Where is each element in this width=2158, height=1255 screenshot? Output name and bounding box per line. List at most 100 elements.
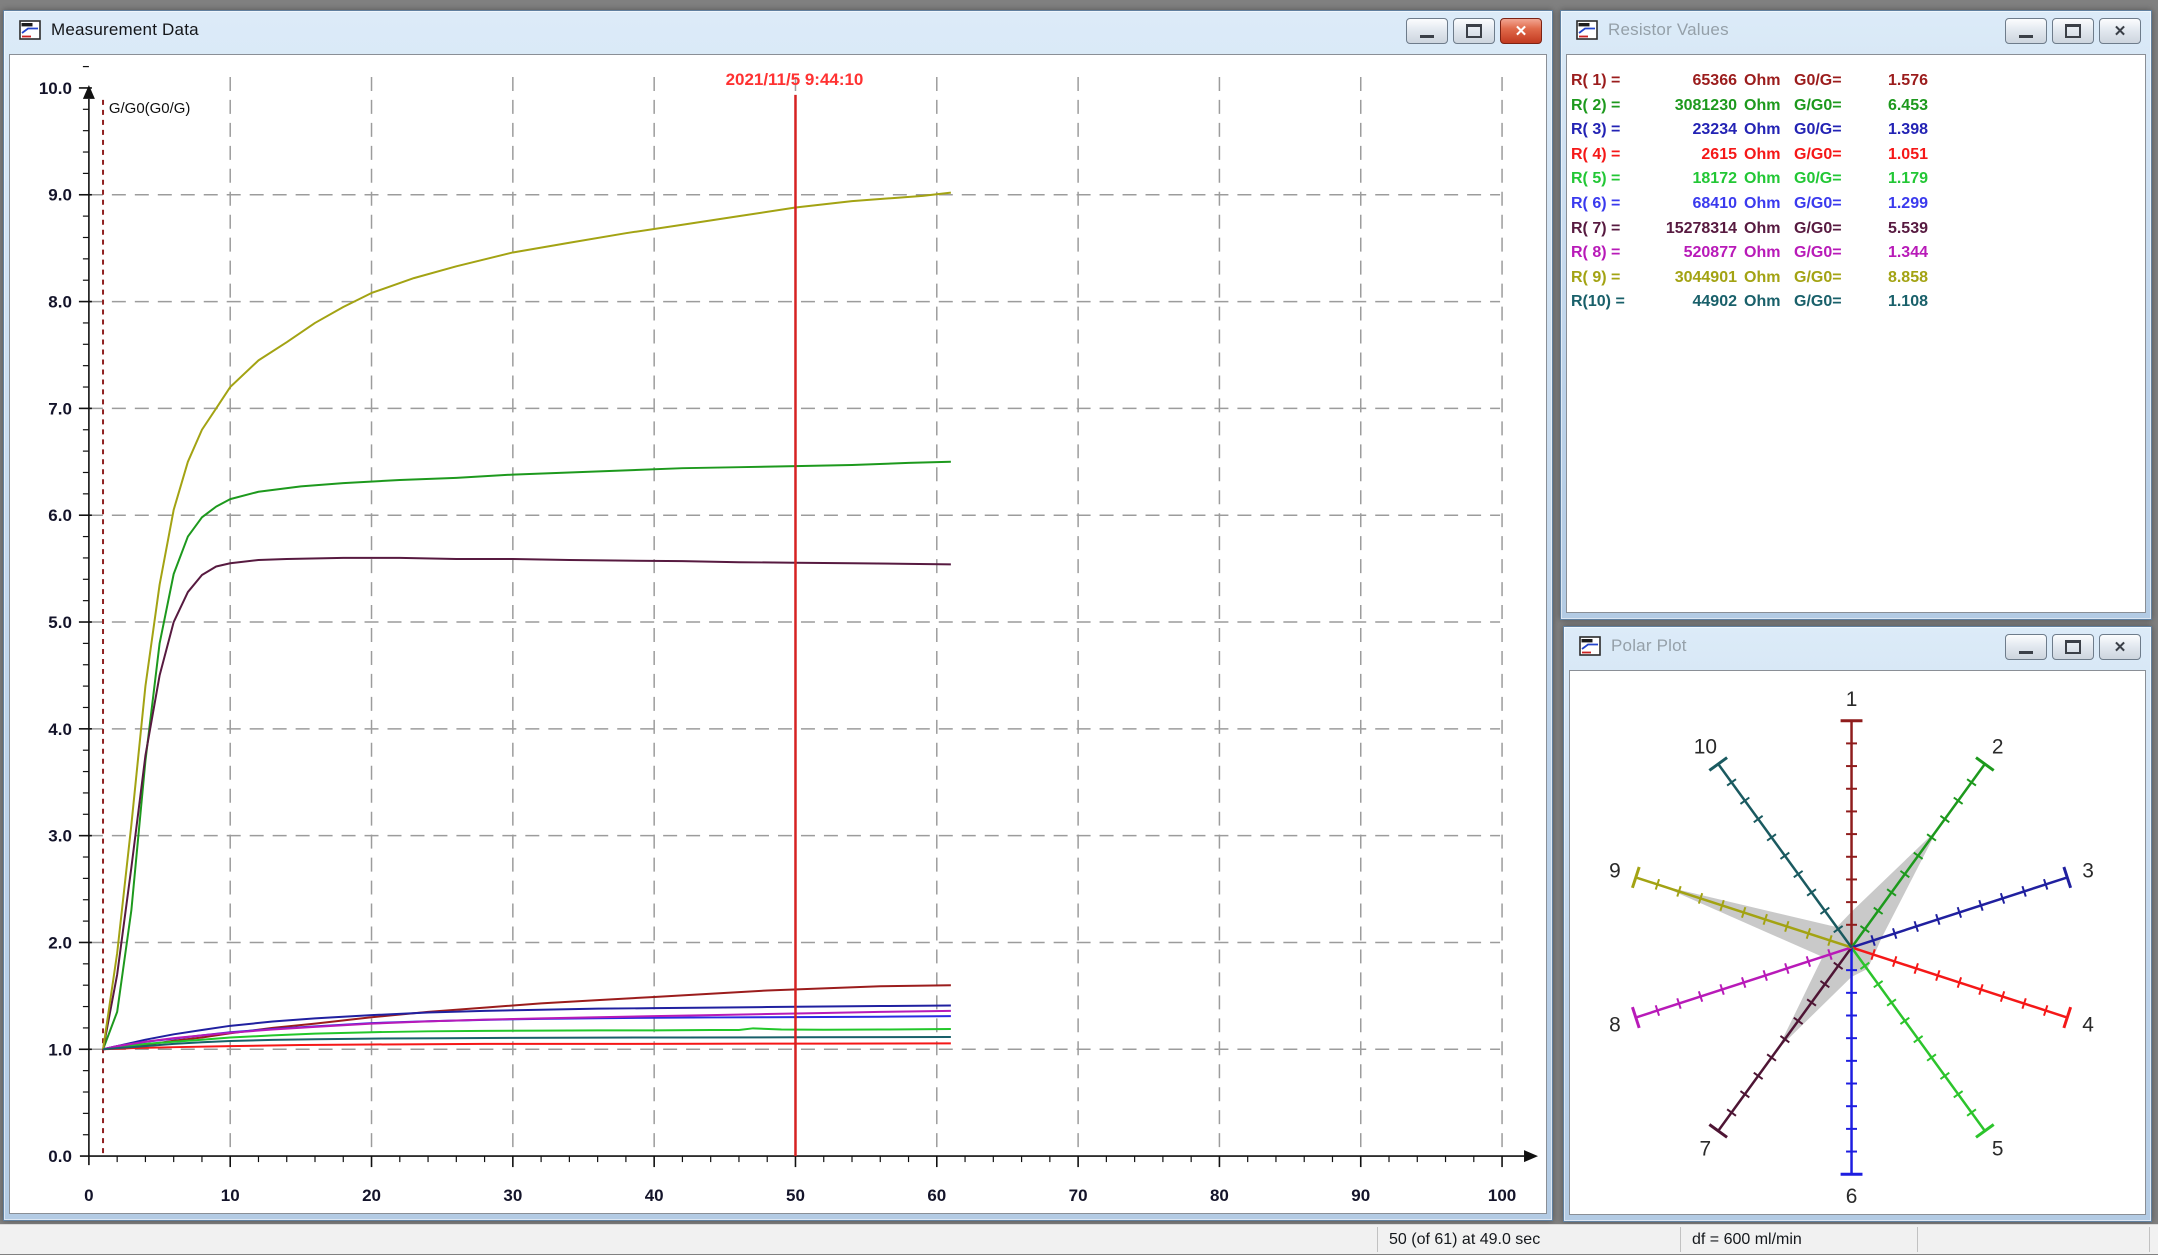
series-R9 bbox=[103, 193, 951, 1050]
resistance-value: 68410 bbox=[1641, 192, 1737, 217]
resistance-unit: Ohm bbox=[1737, 290, 1792, 315]
window-title-measurement: Measurement Data bbox=[51, 20, 199, 40]
minimize-button[interactable] bbox=[2005, 18, 2047, 44]
radar-axis-label: 3 bbox=[2082, 860, 2094, 883]
titlebar-resistor[interactable]: Resistor Values ✕ bbox=[1561, 11, 2151, 49]
resistor-label: R( 2) = bbox=[1571, 94, 1641, 119]
x-tick-label: 20 bbox=[362, 1186, 381, 1205]
titlebar-polar[interactable]: Polar Plot ✕ bbox=[1564, 627, 2151, 665]
ratio-value: 1.344 bbox=[1856, 241, 1928, 266]
caption-buttons: ✕ bbox=[2005, 634, 2141, 660]
resistor-label: R( 7) = bbox=[1571, 217, 1641, 242]
resistor-label: R( 8) = bbox=[1571, 241, 1641, 266]
resistor-row-list: R( 1) = 65366 Ohm G0/G= 1.576 R( 2) = 30… bbox=[1567, 55, 2145, 315]
window-polar-plot: Polar Plot ✕ 12345678910 bbox=[1563, 626, 2152, 1222]
radar-axis-label: 2 bbox=[1992, 735, 2004, 758]
cursor-timestamp: 2021/11/5 9:44:10 bbox=[726, 70, 864, 89]
maximize-button[interactable] bbox=[2052, 18, 2094, 44]
resistor-row: R(10) = 44902 Ohm G/G0= 1.108 bbox=[1571, 290, 2145, 315]
chart-app-icon bbox=[1578, 634, 1602, 658]
maximize-button[interactable] bbox=[1453, 18, 1495, 44]
ratio-label: G/G0= bbox=[1792, 241, 1856, 266]
caption-buttons: ✕ bbox=[2005, 18, 2141, 44]
measurement-plot-area: 01020304050607080901000.01.02.03.04.05.0… bbox=[9, 54, 1547, 1214]
resistor-label: R( 9) = bbox=[1571, 266, 1641, 291]
ratio-value: 8.858 bbox=[1856, 266, 1928, 291]
caption-buttons: ✕ bbox=[1406, 18, 1542, 44]
radar-axis-label: 8 bbox=[1609, 1013, 1621, 1036]
resistor-label: R( 4) = bbox=[1571, 143, 1641, 168]
y-tick-label: 4.0 bbox=[48, 720, 72, 739]
resistor-row: R( 4) = 2615 Ohm G/G0= 1.051 bbox=[1571, 143, 2145, 168]
data-series bbox=[103, 193, 951, 1050]
maximize-icon bbox=[1466, 24, 1482, 38]
resistance-value: 18172 bbox=[1641, 167, 1737, 192]
y-axis-arrow bbox=[83, 85, 95, 99]
ratio-label: G/G0= bbox=[1792, 143, 1856, 168]
radar-axis-label: 6 bbox=[1846, 1185, 1858, 1208]
titlebar-measurement[interactable]: Measurement Data ✕ bbox=[4, 11, 1552, 49]
status-separator bbox=[1377, 1227, 1378, 1252]
window-resistor-values: Resistor Values ✕ R( 1) = 65366 Ohm G0/G… bbox=[1560, 10, 2152, 620]
radar-axis-5 bbox=[1852, 947, 1994, 1137]
radar-chart: 12345678910 bbox=[1570, 671, 2145, 1214]
x-tick-label: 100 bbox=[1488, 1186, 1516, 1205]
x-axis-arrow bbox=[1524, 1150, 1538, 1162]
resistor-row: R( 5) = 18172 Ohm G0/G= 1.179 bbox=[1571, 167, 2145, 192]
close-icon: ✕ bbox=[2114, 22, 2127, 40]
ratio-label: G0/G= bbox=[1792, 118, 1856, 143]
ratio-value: 1.299 bbox=[1856, 192, 1928, 217]
x-tick-label: 10 bbox=[221, 1186, 240, 1205]
close-button[interactable]: ✕ bbox=[2099, 634, 2141, 660]
resistor-row: R( 8) = 520877 Ohm G/G0= 1.344 bbox=[1571, 241, 2145, 266]
resistor-values-panel: R( 1) = 65366 Ohm G0/G= 1.576 R( 2) = 30… bbox=[1566, 54, 2146, 613]
x-tick-label: 60 bbox=[927, 1186, 946, 1205]
x-tick-label: 40 bbox=[645, 1186, 664, 1205]
polar-plot-area: 12345678910 bbox=[1569, 670, 2146, 1215]
y-tick-label: 1.0 bbox=[48, 1040, 72, 1059]
minimize-button[interactable] bbox=[1406, 18, 1448, 44]
resistance-value: 3044901 bbox=[1641, 266, 1737, 291]
minimize-button[interactable] bbox=[2005, 634, 2047, 660]
window-title-resistor: Resistor Values bbox=[1608, 20, 1729, 40]
minimize-icon bbox=[2019, 35, 2033, 38]
maximize-button[interactable] bbox=[2052, 634, 2094, 660]
ratio-value: 6.453 bbox=[1856, 94, 1928, 119]
y-tick-label: 8.0 bbox=[48, 293, 72, 312]
radar-axis-label: 1 bbox=[1846, 688, 1858, 711]
close-button[interactable]: ✕ bbox=[2099, 18, 2141, 44]
resistance-unit: Ohm bbox=[1737, 241, 1792, 266]
ratio-label: G/G0= bbox=[1792, 290, 1856, 315]
minimize-icon bbox=[2019, 651, 2033, 654]
ratio-label: G0/G= bbox=[1792, 167, 1856, 192]
radar-axis-label: 4 bbox=[2082, 1013, 2094, 1036]
y-tick-label: 2.0 bbox=[48, 933, 72, 952]
resistor-label: R( 6) = bbox=[1571, 192, 1641, 217]
x-tick-label: 0 bbox=[84, 1186, 93, 1205]
ratio-label: G/G0= bbox=[1792, 192, 1856, 217]
status-separator bbox=[1680, 1227, 1681, 1252]
close-button[interactable]: ✕ bbox=[1500, 18, 1542, 44]
x-tick-label: 70 bbox=[1069, 1186, 1088, 1205]
resistance-unit: Ohm bbox=[1737, 217, 1792, 242]
ratio-label: G/G0= bbox=[1792, 217, 1856, 242]
status-cursor-position: 50 (of 61) at 49.0 sec bbox=[1389, 1225, 1669, 1255]
ratio-value: 1.576 bbox=[1856, 69, 1928, 94]
x-tick-label: 30 bbox=[503, 1186, 522, 1205]
ratio-label: G0/G= bbox=[1792, 69, 1856, 94]
resistor-label: R(10) = bbox=[1571, 290, 1641, 315]
status-separator bbox=[2149, 1227, 2150, 1252]
status-flow-rate: df = 600 ml/min bbox=[1692, 1225, 1907, 1255]
y-tick-label: 7.0 bbox=[48, 399, 72, 418]
ratio-value: 1.179 bbox=[1856, 167, 1928, 192]
status-separator bbox=[1917, 1227, 1918, 1252]
resistor-row: R( 6) = 68410 Ohm G/G0= 1.299 bbox=[1571, 192, 2145, 217]
ratio-value: 1.051 bbox=[1856, 143, 1928, 168]
radar-axis-label: 9 bbox=[1609, 860, 1621, 883]
window-title-polar: Polar Plot bbox=[1611, 636, 1687, 656]
resistance-value: 520877 bbox=[1641, 241, 1737, 266]
resistance-unit: Ohm bbox=[1737, 69, 1792, 94]
resistance-value: 2615 bbox=[1641, 143, 1737, 168]
resistance-unit: Ohm bbox=[1737, 143, 1792, 168]
resistance-unit: Ohm bbox=[1737, 167, 1792, 192]
